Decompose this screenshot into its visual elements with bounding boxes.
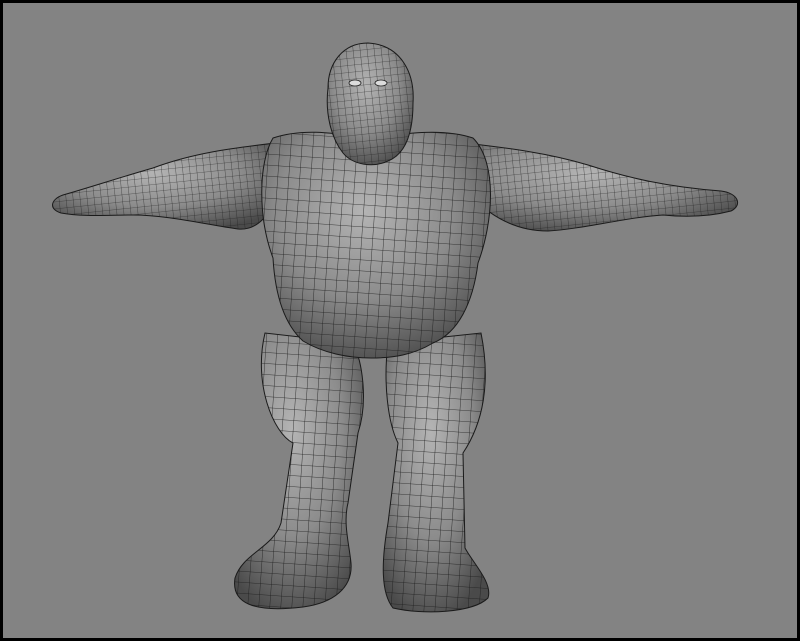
character-model[interactable] (52, 42, 739, 613)
viewport-canvas[interactable] (3, 3, 797, 638)
viewport-frame (0, 0, 800, 641)
right-arm[interactable] (464, 142, 739, 232)
3d-viewport[interactable] (3, 3, 797, 638)
right-eye (374, 79, 388, 87)
left-leg[interactable] (234, 332, 364, 610)
torso[interactable] (261, 131, 491, 359)
head[interactable] (326, 42, 414, 166)
left-arm[interactable] (52, 142, 279, 230)
left-eye (348, 79, 362, 87)
right-leg[interactable] (382, 332, 490, 613)
